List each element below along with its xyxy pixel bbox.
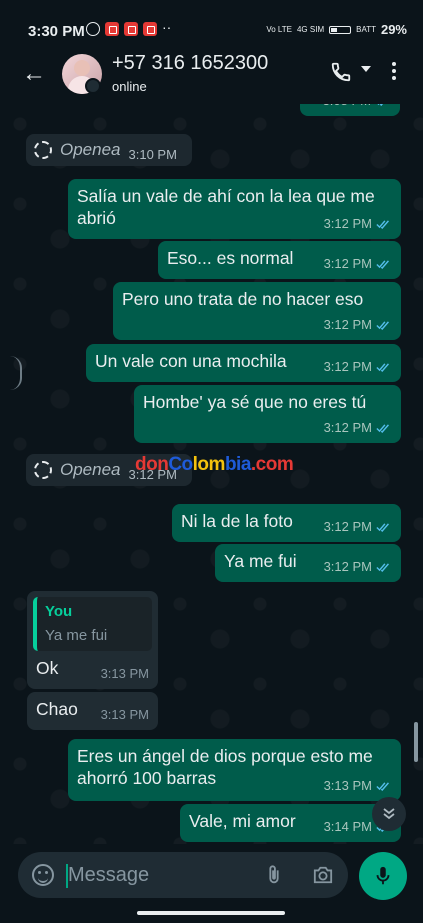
home-indicator[interactable] xyxy=(137,911,285,915)
message-bubble-outgoing[interactable]: Vale, mi amor 3:14 PM xyxy=(180,804,401,842)
message-bubble-outgoing[interactable]: Salía un vale de ahí con la lea que me a… xyxy=(68,179,401,239)
message-composer[interactable] xyxy=(18,852,348,898)
quoted-author: You xyxy=(45,603,73,620)
status-time: 3:30 PM xyxy=(28,23,85,40)
message-bubble-outgoing[interactable]: Ni la de la foto 3:12 PM xyxy=(172,504,401,542)
chat-area[interactable]: 3:08 PM Openea 3:10 PM Salía un vale de … xyxy=(0,104,423,844)
contact-presence: online xyxy=(112,79,147,94)
watermark-part: Co xyxy=(168,454,193,475)
message-meta: 3:13 PM xyxy=(101,663,149,685)
cell-label: 4G SIM xyxy=(296,25,325,34)
notification-app-icon xyxy=(143,22,157,36)
message-text: Hombe' ya sé que no eres tú xyxy=(143,392,367,412)
view-once-opened-message[interactable]: Openea 3:10 PM xyxy=(26,134,192,166)
alarm-icon xyxy=(86,22,100,36)
read-receipt-icon xyxy=(376,220,389,229)
composer-bar xyxy=(0,844,423,923)
message-meta: 3:12 PM xyxy=(324,356,392,378)
back-arrow-icon[interactable]: ← xyxy=(22,60,46,88)
read-receipt-icon xyxy=(376,260,389,269)
more-notifications-icon: ·· xyxy=(162,19,172,35)
message-time: 3:13 PM xyxy=(323,778,372,793)
message-time: 3:12 PM xyxy=(323,216,372,231)
message-time: 3:12 PM xyxy=(323,359,372,374)
message-meta: 3:08 PM xyxy=(323,104,391,112)
message-meta: 3:13 PM xyxy=(101,704,149,726)
message-time: 3:12 PM xyxy=(323,559,372,574)
scroll-to-bottom-button[interactable] xyxy=(372,797,406,831)
message-time: 3:12 PM xyxy=(323,256,372,271)
contact-name[interactable]: +57 316 1652300 xyxy=(112,52,268,75)
signal-icon xyxy=(329,25,352,34)
message-meta: 3:12 PM xyxy=(324,213,392,235)
watermark-part: don xyxy=(135,454,169,475)
network-label: Vo LTE xyxy=(266,25,292,34)
status-indicators: Vo LTE 4G SIM BATT 29% xyxy=(266,22,407,37)
notification-app-icon xyxy=(105,22,119,36)
chevrons-down-icon xyxy=(383,808,395,820)
read-receipt-icon xyxy=(376,782,389,791)
status-bar: 3:30 PM ·· Vo LTE 4G SIM BATT 29% xyxy=(0,0,423,44)
message-meta: 3:12 PM xyxy=(324,556,392,578)
message-meta: 3:13 PM xyxy=(324,775,392,797)
quoted-message[interactable]: You Ya me fui xyxy=(33,597,152,651)
message-time: 3:14 PM xyxy=(323,819,372,834)
message-bubble-outgoing[interactable]: Eres un ángel de dios porque esto me aho… xyxy=(68,739,401,801)
view-once-label: Openea xyxy=(60,460,121,479)
read-receipt-icon xyxy=(376,321,389,330)
view-once-label: Openea xyxy=(60,140,121,159)
watermark-logo: donColombia.com xyxy=(135,454,294,476)
mic-icon xyxy=(376,866,390,885)
message-meta: 3:12 PM xyxy=(324,253,392,275)
read-receipt-icon xyxy=(376,563,389,572)
read-receipt-icon xyxy=(376,363,389,372)
message-time: 3:12 PM xyxy=(323,420,372,435)
message-time: 3:13 PM xyxy=(100,666,149,681)
quoted-text: Ya me fui xyxy=(45,627,108,644)
read-receipt-icon xyxy=(376,523,389,532)
message-text: Pero uno trata de no hacer eso xyxy=(122,289,364,309)
message-time: 3:13 PM xyxy=(100,707,149,722)
menu-icon[interactable] xyxy=(392,62,396,83)
scrollbar[interactable] xyxy=(414,722,418,762)
message-bubble-partial[interactable]: 3:08 PM xyxy=(300,104,400,116)
message-time: 3:12 PM xyxy=(323,317,372,332)
message-bubble-outgoing[interactable]: Ya me fui 3:12 PM xyxy=(215,544,401,582)
watermark-part: lom xyxy=(192,454,226,475)
read-receipt-icon xyxy=(376,424,389,433)
emoji-icon[interactable] xyxy=(32,864,54,886)
status-notification-icons: ·· xyxy=(86,19,172,36)
message-bubble-outgoing[interactable]: Pero uno trata de no hacer eso 3:12 PM xyxy=(113,282,401,340)
avatar-badge-icon xyxy=(85,78,101,94)
chat-header: ← +57 316 1652300 online xyxy=(0,44,423,104)
message-meta: 3:12 PM xyxy=(324,417,392,439)
battery-percent: 29% xyxy=(380,22,407,37)
message-input[interactable] xyxy=(68,861,258,889)
read-receipt-icon xyxy=(377,104,384,106)
mic-button[interactable] xyxy=(359,852,407,900)
battery-label: BATT xyxy=(356,25,376,34)
view-once-icon xyxy=(34,141,52,159)
view-once-icon xyxy=(34,461,52,479)
message-time: 3:10 PM xyxy=(128,146,177,162)
message-bubble-incoming-reply[interactable]: You Ya me fui Ok 3:13 PM xyxy=(27,591,158,689)
message-bubble-outgoing[interactable]: Hombe' ya sé que no eres tú 3:12 PM xyxy=(134,385,401,443)
notification-app-icon xyxy=(124,22,138,36)
message-time: 3:08 PM xyxy=(323,104,371,112)
message-time: 3:12 PM xyxy=(323,519,372,534)
camera-icon[interactable] xyxy=(312,865,334,885)
attach-icon[interactable] xyxy=(264,864,284,886)
call-icon[interactable] xyxy=(330,61,352,83)
side-gesture-indicator xyxy=(10,356,22,390)
message-bubble-incoming[interactable]: Chao 3:13 PM xyxy=(27,692,158,730)
message-meta: 3:12 PM xyxy=(324,314,392,336)
dropdown-icon[interactable] xyxy=(361,66,371,72)
message-bubble-outgoing[interactable]: Eso... es normal 3:12 PM xyxy=(158,241,401,279)
watermark-part: bia xyxy=(224,454,251,475)
message-bubble-outgoing[interactable]: Un vale con una mochila 3:12 PM xyxy=(86,344,401,382)
message-meta: 3:12 PM xyxy=(324,516,392,538)
watermark-part: .com xyxy=(250,454,294,475)
